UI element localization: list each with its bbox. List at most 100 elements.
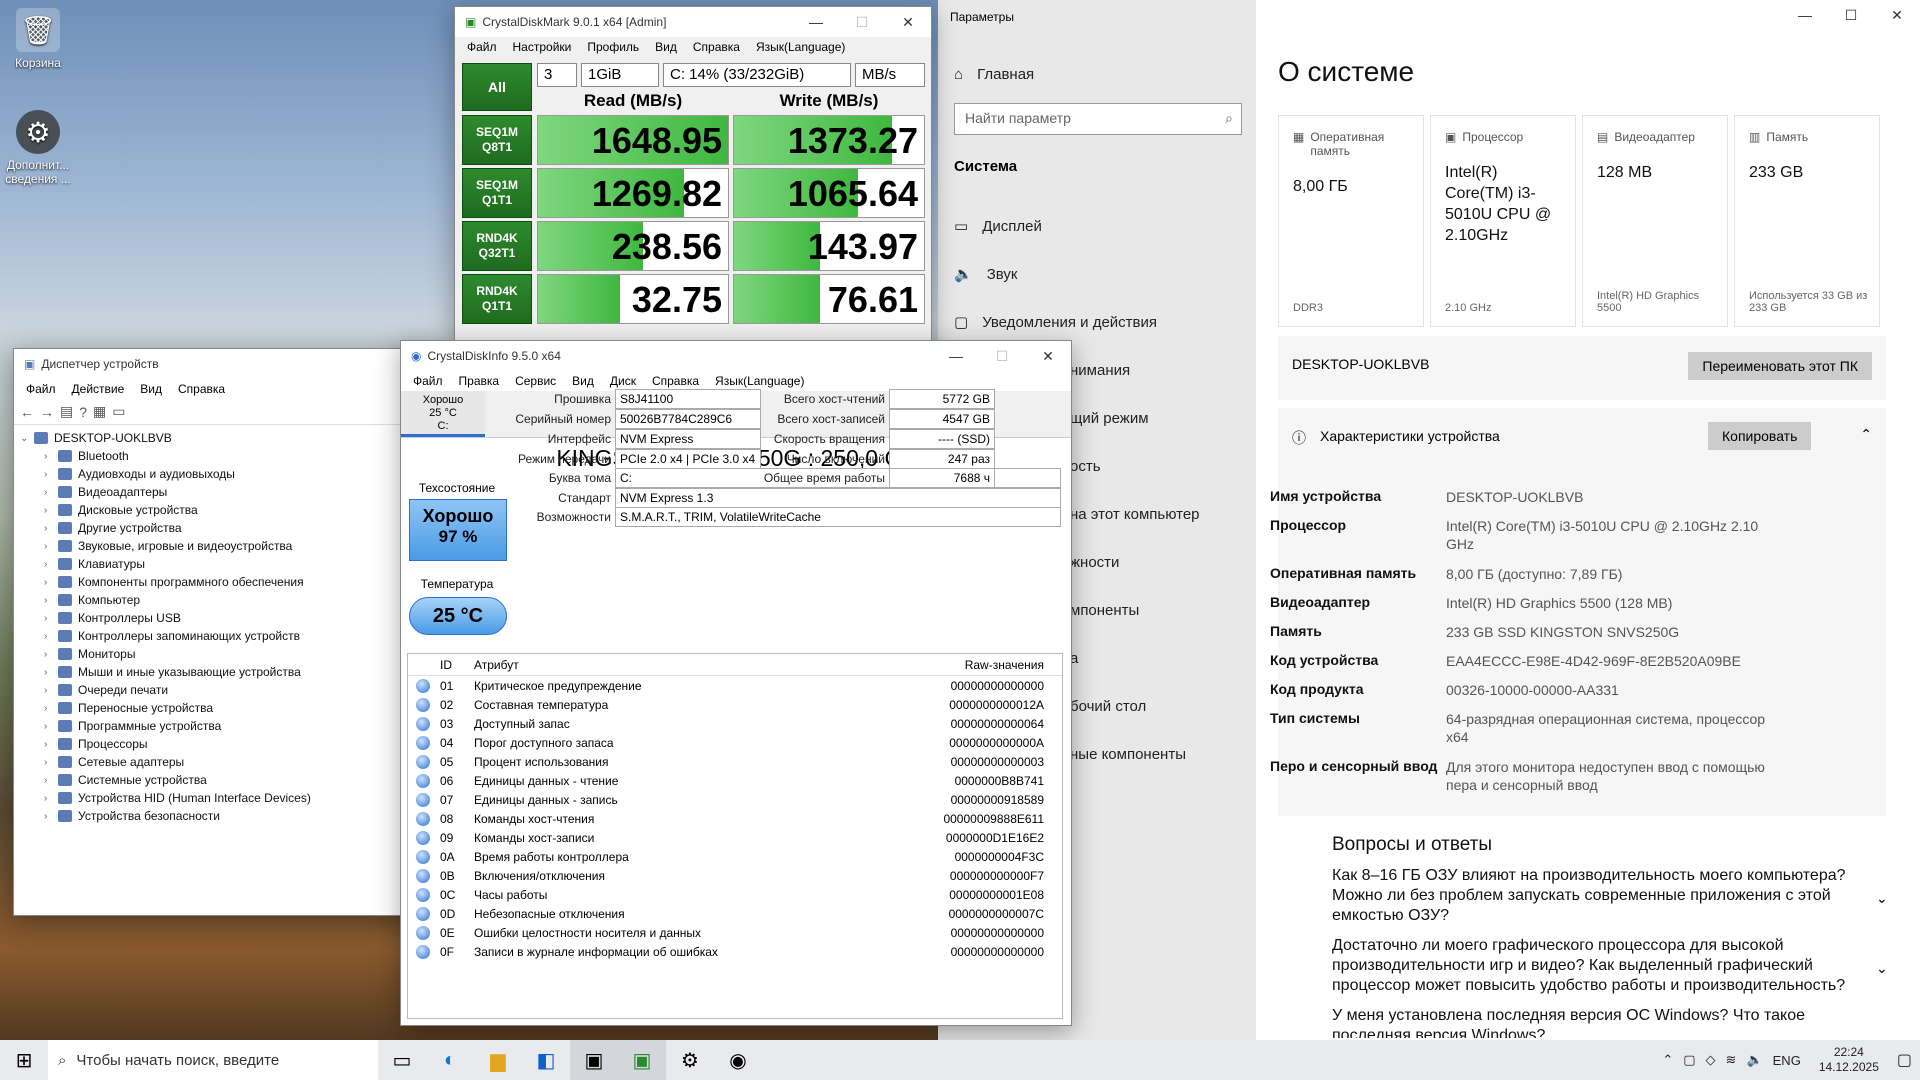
smart-row[interactable]: 0A Время работы контроллера 0000000004F3C [408, 847, 1062, 866]
test-button-seq1m-q1t1[interactable]: SEQ1M Q1T1 [462, 168, 532, 218]
health-status[interactable]: Хорошо 97 % [409, 499, 507, 561]
menu-item[interactable]: Справка [685, 40, 748, 54]
menu-item[interactable]: Настройки [505, 40, 580, 54]
chevron-up-icon[interactable]: ⌃ [1662, 1052, 1673, 1068]
clock[interactable]: 22:24 14.12.2025 [1811, 1045, 1887, 1075]
wifi-icon[interactable]: ≋ [1726, 1052, 1737, 1068]
drive-select[interactable]: C: 14% (33/232GiB) [663, 63, 851, 87]
smart-row[interactable]: 0B Включения/отключения 000000000000F7 [408, 866, 1062, 885]
smart-row[interactable]: 03 Доступный запас 00000000000064 [408, 714, 1062, 733]
menu-item[interactable]: Файл [18, 382, 64, 396]
properties-icon[interactable]: ▤ [60, 403, 73, 420]
minimize-button[interactable]: — [1782, 0, 1828, 30]
desktop-icon-recycle-bin[interactable]: 🗑 Корзина [0, 8, 76, 70]
tree-item[interactable]: › Процессоры [14, 735, 422, 753]
settings-home[interactable]: ⌂ Главная [938, 50, 1256, 98]
maximize-button[interactable]: ☐ [1828, 0, 1874, 30]
header-name[interactable]: Атрибут [474, 658, 914, 672]
crystaldiskmark-task-icon[interactable]: ▣ [618, 1040, 666, 1080]
nav-sound[interactable]: 🔈 Звук [938, 250, 1256, 298]
smart-row[interactable]: 07 Единицы данных - запись 00000000918589 [408, 790, 1062, 809]
task-view-icon[interactable]: ▭ [378, 1040, 426, 1080]
all-button[interactable]: All [462, 63, 532, 111]
smart-row[interactable]: 0D Небезопасные отключения 0000000000007C [408, 904, 1062, 923]
header-id[interactable]: ID [440, 658, 474, 672]
view-icon[interactable]: ▦ [93, 403, 106, 420]
smart-row[interactable]: 06 Единицы данных - чтение 0000000B8B741 [408, 771, 1062, 790]
menu-item[interactable]: Файл [459, 40, 505, 54]
smart-row[interactable]: 0E Ошибки целостности носителя и данных 00… [408, 923, 1062, 942]
count-select[interactable]: 3 [537, 63, 577, 87]
file-explorer-icon[interactable]: ▆ [474, 1040, 522, 1080]
menu-item[interactable]: Вид [132, 382, 170, 396]
desktop-icon-sysinfo[interactable]: ⚙ Дополнит... сведения ... [0, 110, 76, 186]
test-button-rnd4k-q1t1[interactable]: RND4K Q1T1 [462, 274, 532, 324]
smart-row[interactable]: 0F Записи в журнале информации об ошибках… [408, 942, 1062, 961]
tree-item[interactable]: › Контроллеры запоминающих устройств [14, 627, 422, 645]
menu-item[interactable]: Вид [564, 374, 602, 388]
forward-icon[interactable]: → [40, 404, 54, 420]
tree-item[interactable]: › Клавиатуры [14, 555, 422, 573]
menu-item[interactable]: Диск [602, 374, 644, 388]
smart-row[interactable]: 02 Составная температура 0000000000012A [408, 695, 1062, 714]
chevron-down-icon[interactable]: ⌄ [1876, 960, 1888, 977]
network-icon[interactable]: ◇ [1706, 1052, 1716, 1068]
language-indicator[interactable]: ENG [1773, 1053, 1801, 1068]
qa-item[interactable]: У меня установлена последняя версия ОС W… [1332, 1006, 1852, 1038]
tree-item[interactable]: › Устройства HID (Human Interface Devices… [14, 789, 422, 807]
tree-item[interactable]: › Компьютер [14, 591, 422, 609]
smart-row[interactable]: 08 Команды хост-чтения 00000009888E611 [408, 809, 1062, 828]
tree-root[interactable]: ⌄ DESKTOP-UOKLBVB [14, 429, 422, 447]
menu-item[interactable]: Сервис [507, 374, 564, 388]
menu-item[interactable]: Справка [644, 374, 707, 388]
settings-task-icon[interactable]: ⚙ [666, 1040, 714, 1080]
settings-search-input[interactable]: Найти параметр ⌕ [954, 103, 1242, 135]
tree-item[interactable]: › Компоненты программного обеспечения [14, 573, 422, 591]
rename-pc-button[interactable]: Переименовать этот ПК [1688, 352, 1872, 380]
close-button[interactable]: ✕ [1025, 341, 1071, 371]
back-icon[interactable]: ← [20, 404, 34, 420]
tree-item[interactable]: › Устройства безопасности [14, 807, 422, 825]
smart-row[interactable]: 09 Команды хост-записи 0000000D1E16E2 [408, 828, 1062, 847]
test-button-rnd4k-q32t1[interactable]: RND4K Q32T1 [462, 221, 532, 271]
tree-item[interactable]: › Сетевые адаптеры [14, 753, 422, 771]
tree-item[interactable]: › Звуковые, игровые и видеоустройства [14, 537, 422, 555]
edge-icon[interactable]: ◐ [426, 1040, 474, 1080]
size-select[interactable]: 1GiB [581, 63, 659, 87]
crystaldiskinfo-task-icon[interactable]: ◉ [714, 1040, 762, 1080]
smart-row[interactable]: 01 Критическое предупреждение 000000000000… [408, 676, 1062, 695]
menu-item[interactable]: Язык(Language) [707, 374, 812, 388]
menu-item[interactable]: Справка [170, 382, 233, 396]
volume-icon[interactable]: 🔈 [1746, 1052, 1762, 1068]
minimize-button[interactable]: — [933, 341, 979, 371]
menu-item[interactable]: Действие [64, 382, 133, 396]
start-button[interactable]: ⊞ [0, 1040, 48, 1080]
tree-item[interactable]: › Другие устройства [14, 519, 422, 537]
close-button[interactable]: ✕ [885, 7, 931, 37]
maximize-button[interactable]: ☐ [839, 7, 885, 37]
device-manager-task-icon[interactable]: ▣ [570, 1040, 618, 1080]
nav-display[interactable]: ▭ Дисплей [938, 202, 1256, 250]
test-button-seq1m-q8t1[interactable]: SEQ1M Q8T1 [462, 115, 532, 165]
tree-item[interactable]: › Переносные устройства [14, 699, 422, 717]
menu-item[interactable]: Вид [647, 40, 685, 54]
qa-item[interactable]: Как 8–16 ГБ ОЗУ влияют на производительн… [1332, 866, 1852, 926]
nav-notifications[interactable]: ▢ Уведомления и действия [938, 298, 1256, 346]
menu-item[interactable]: Правка [451, 374, 508, 388]
menu-item[interactable]: Язык(Language) [748, 40, 853, 54]
close-button[interactable]: ✕ [1874, 0, 1920, 30]
tree-item[interactable]: › Дисковые устройства [14, 501, 422, 519]
outlook-icon[interactable]: ◧ [522, 1040, 570, 1080]
qa-item[interactable]: Достаточно ли моего графического процесс… [1332, 936, 1852, 996]
help-icon[interactable]: ? [79, 404, 87, 420]
menu-item[interactable]: Профиль [579, 40, 647, 54]
smart-row[interactable]: 0C Часы работы 00000000001E08 [408, 885, 1062, 904]
minimize-button[interactable]: — [793, 7, 839, 37]
notifications-icon[interactable]: ▢ [1897, 1050, 1912, 1070]
header-raw[interactable]: Raw-значения [914, 658, 1044, 672]
chevron-down-icon[interactable]: ⌄ [1876, 890, 1888, 907]
tree-item[interactable]: › Видеоадаптеры [14, 483, 422, 501]
tree-item[interactable]: › Системные устройства [14, 771, 422, 789]
camera-icon[interactable]: ▢ [1683, 1052, 1695, 1068]
chevron-up-icon[interactable]: ⌃ [1860, 426, 1872, 443]
